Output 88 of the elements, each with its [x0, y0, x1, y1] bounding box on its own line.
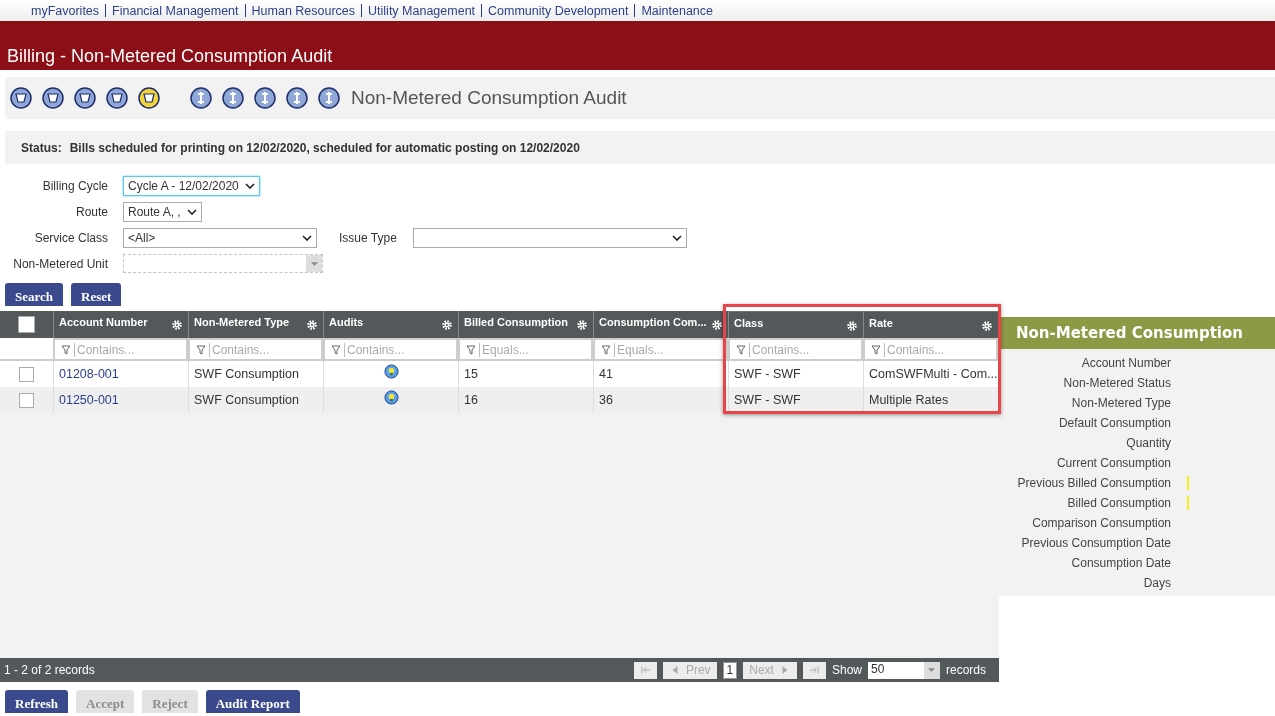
field-label: Route: [74, 204, 108, 219]
toolbar-title: Non-Metered Consumption Audit: [351, 87, 627, 109]
gear-icon[interactable]: [711, 319, 723, 331]
field-label: Billed Consumption: [1066, 496, 1171, 510]
page-number[interactable]: 1: [722, 661, 738, 679]
action-button[interactable]: Audit Report: [205, 690, 300, 713]
gear-icon[interactable]: [576, 319, 588, 331]
field-label: Account Number: [1080, 356, 1171, 370]
field-label: Issue Type: [339, 230, 397, 245]
table-cell: SWF Consumption: [194, 393, 299, 407]
first-page-button[interactable]: [633, 661, 657, 679]
field-label: Comparison Consumption: [1031, 516, 1171, 530]
funnel-icon: [196, 344, 206, 355]
field-label: Non-Metered Type: [1070, 396, 1171, 410]
table-cell: ComSWFMulti - Com...: [869, 367, 998, 381]
table-cell: 16: [464, 393, 478, 407]
round-icon[interactable]: [105, 86, 129, 110]
field-label: Current Consumption: [1055, 456, 1171, 470]
round-icon[interactable]: [73, 86, 97, 110]
record-count: 1 - 2 of 2 records: [4, 663, 95, 677]
field-label: Quantity: [1125, 436, 1171, 450]
nav-link[interactable]: myFavorites: [25, 3, 106, 18]
select-field[interactable]: Cycle A - 12/02/2020: [123, 175, 260, 196]
field-label: Service Class: [33, 230, 108, 245]
funnel-icon: [736, 344, 746, 355]
gear-icon[interactable]: [981, 320, 993, 332]
table-cell: 36: [599, 393, 613, 407]
select-all-checkbox[interactable]: [18, 316, 35, 333]
select-field[interactable]: [412, 227, 687, 248]
funnel-icon: [871, 344, 881, 355]
nav-link[interactable]: Financial Management: [106, 3, 245, 18]
table-cell: SWF - SWF: [734, 393, 801, 407]
caret-icon: [927, 667, 937, 673]
field-label: Billing Cycle: [41, 178, 108, 193]
nav-link[interactable]: Maintenance: [635, 3, 719, 18]
funnel-icon: [466, 344, 476, 355]
table-cell: SWF - SWF: [734, 367, 801, 381]
status-label: Status:: [21, 140, 62, 155]
show-label: Show: [831, 663, 862, 677]
caret-icon: [309, 260, 319, 267]
gear-icon[interactable]: [306, 319, 318, 331]
gear-icon[interactable]: [171, 319, 183, 331]
last-page-button[interactable]: [802, 661, 826, 679]
field-label: Previous Consumption Date: [1020, 536, 1171, 550]
round-icon[interactable]: [9, 86, 33, 110]
first-page-icon: [639, 665, 651, 675]
status-text: Bills scheduled for printing on 12/02/2020, scheduled for automatic posting on 12/02/2020: [69, 140, 580, 155]
page-title: Billing - Non-Metered Consumption Audit: [7, 46, 333, 67]
action-button[interactable]: Search: [5, 283, 64, 306]
round-icon[interactable]: [41, 86, 65, 110]
field-label: Days: [1142, 576, 1171, 590]
table-row[interactable]: 01208-001 SWF Consumption 15 41 SWF - SWF ComSWFMulti - Com...: [0, 361, 999, 387]
field-label: Non-Metered Unit: [12, 256, 108, 271]
table-cell: Multiple Rates: [869, 393, 949, 407]
last-page-icon: [808, 665, 820, 675]
nav-link[interactable]: Utility Management: [362, 3, 482, 18]
table-cell: 41: [599, 367, 613, 381]
gear-icon[interactable]: [846, 320, 858, 332]
chevron-icon: [186, 208, 197, 215]
select-field[interactable]: Route A, ,: [123, 201, 202, 222]
panel-title: Non-Metered Consumption: [999, 317, 1275, 349]
chevron-icon: [671, 234, 682, 241]
page-size-field[interactable]: 50: [868, 661, 940, 679]
action-button[interactable]: Refresh: [5, 690, 69, 713]
round-icon[interactable]: [137, 86, 161, 110]
row-checkbox[interactable]: [19, 366, 34, 382]
row-checkbox[interactable]: [19, 392, 34, 408]
field-label: Non-Metered Status: [1062, 376, 1171, 390]
table-cell: SWF Consumption: [194, 367, 299, 381]
table-cell: 15: [464, 367, 478, 381]
lightbulb-icon[interactable]: [383, 389, 399, 405]
chevron-icon: [302, 234, 312, 241]
lightbulb-icon[interactable]: [383, 363, 399, 379]
nav-link[interactable]: Community Development: [482, 3, 635, 18]
field-label: Default Consumption: [1057, 416, 1171, 430]
select-field[interactable]: <All>: [123, 227, 317, 248]
field-label: Consumption Date: [1070, 556, 1171, 570]
records-label: records: [946, 663, 986, 677]
nav-link[interactable]: Human Resources: [245, 3, 362, 18]
account-link[interactable]: 01250-001: [59, 393, 119, 407]
action-button[interactable]: Reset: [71, 283, 122, 306]
funnel-icon: [331, 344, 341, 355]
chevron-icon: [244, 182, 255, 189]
account-link[interactable]: 01208-001: [59, 367, 119, 381]
funnel-icon: [601, 344, 611, 355]
funnel-icon: [61, 344, 71, 355]
gear-icon[interactable]: [441, 319, 453, 331]
field-label: Previous Billed Consumption: [1016, 476, 1171, 490]
